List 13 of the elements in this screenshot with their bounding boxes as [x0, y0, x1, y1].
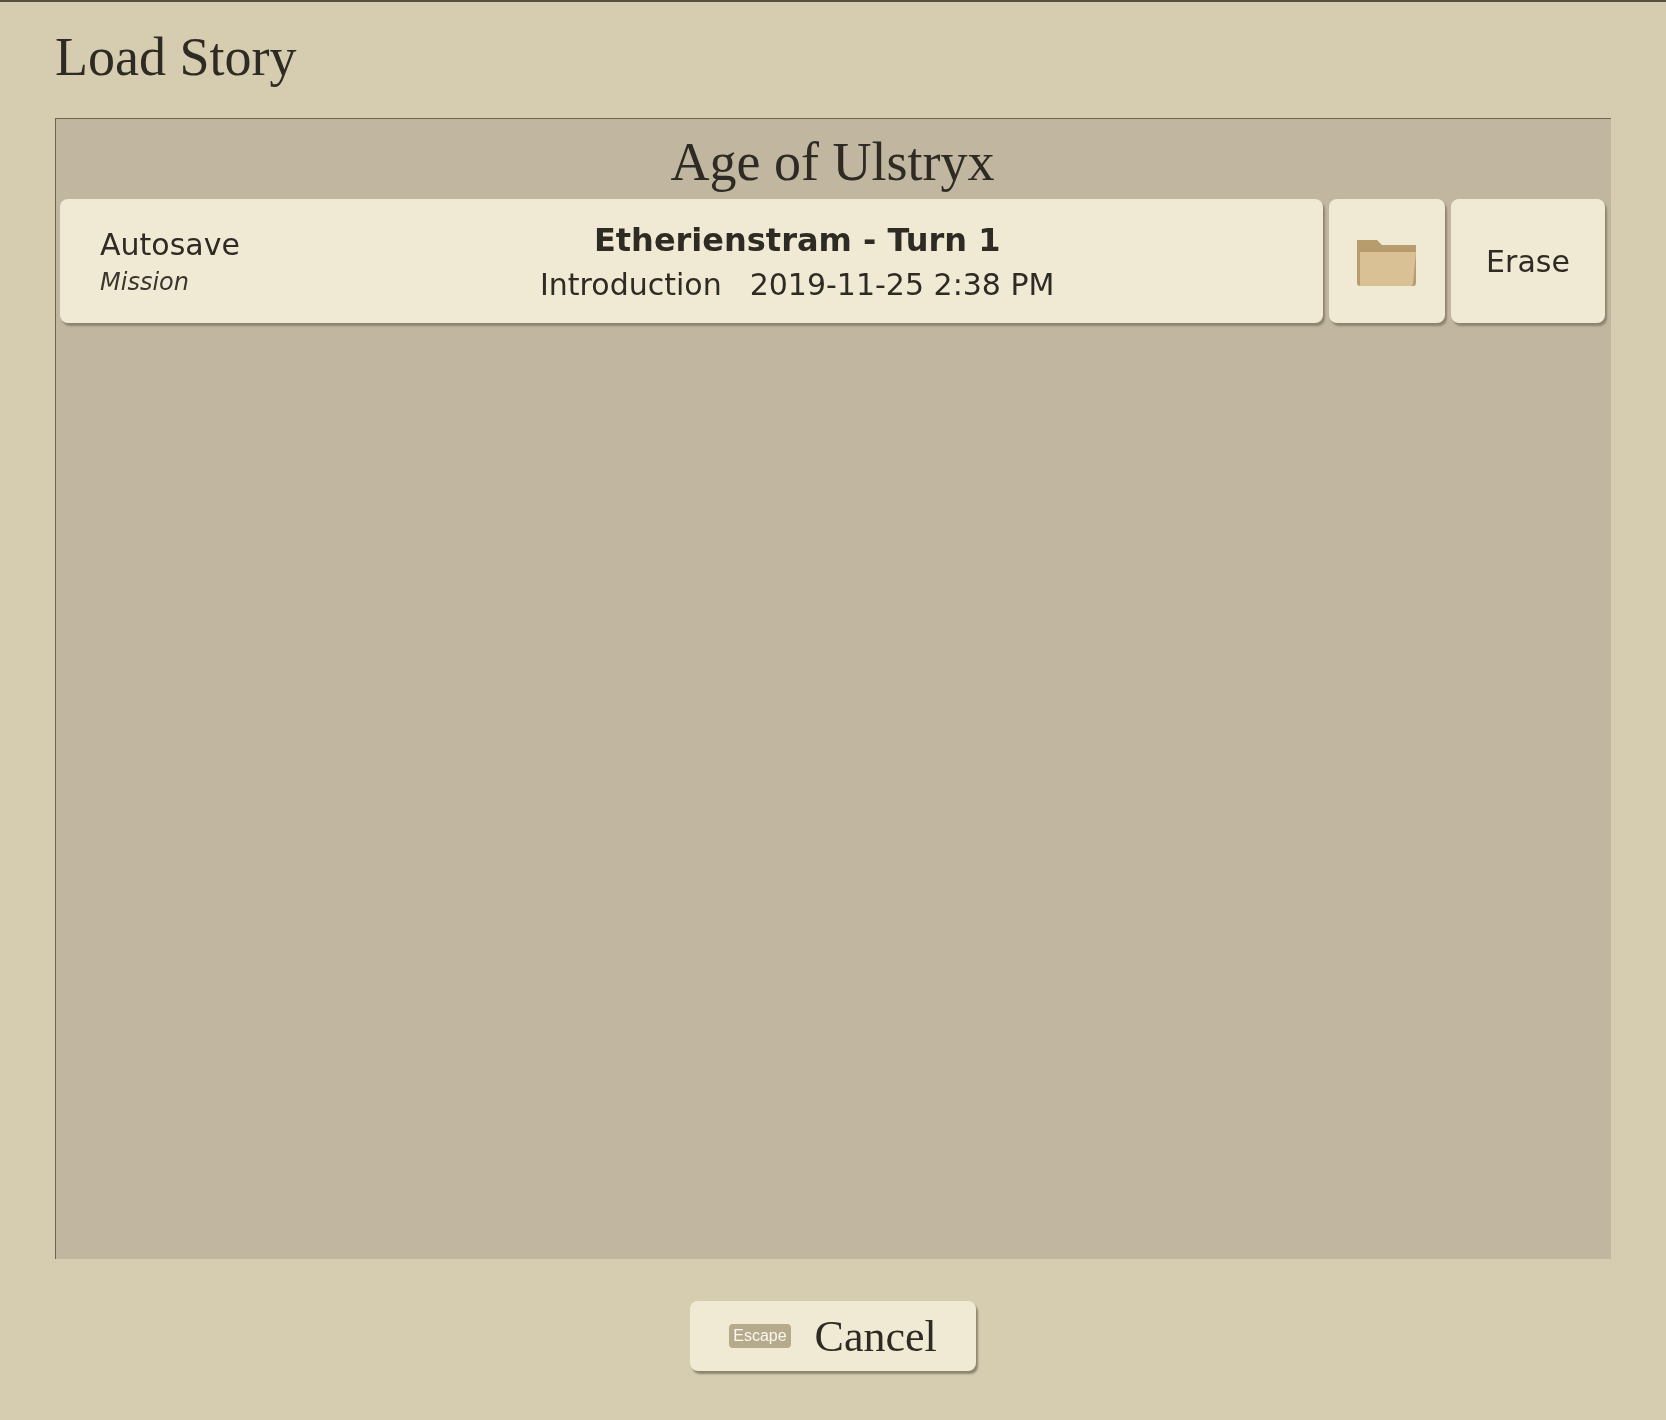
save-type: Mission: [100, 267, 190, 296]
save-name: Etherienstram - Turn 1: [593, 220, 1001, 259]
chapter-name: Introduction: [540, 266, 722, 302]
erase-button[interactable]: Erase: [1451, 199, 1605, 323]
open-folder-button[interactable]: [1329, 199, 1445, 323]
dialog-title: Load Story: [55, 26, 298, 88]
cancel-label: Cancel: [814, 1310, 937, 1362]
save-entry[interactable]: Autosave Mission Etherienstram - Turn 1 Introduction 2019-11-25 2:38 PM: [60, 199, 1323, 323]
escape-key-hint: Escape: [729, 1324, 791, 1348]
save-date: 2019-11-25 2:38 PM: [749, 266, 1055, 302]
cancel-button[interactable]: Escape Cancel: [690, 1301, 976, 1371]
save-slot: Autosave: [100, 226, 540, 262]
story-title: Age of Ulstryx: [670, 131, 995, 193]
